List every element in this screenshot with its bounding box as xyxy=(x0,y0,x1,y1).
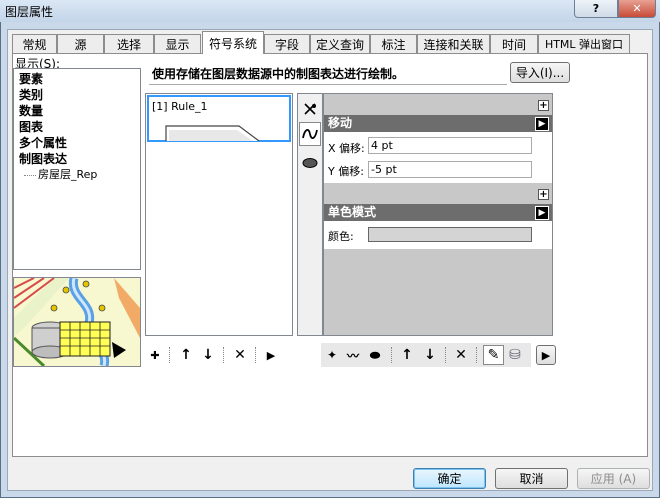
marker-layer-icon[interactable] xyxy=(299,97,321,121)
list-item-charts[interactable]: 图表 xyxy=(19,119,43,135)
tab-display[interactable]: 显示 xyxy=(154,34,201,53)
list-item-representations[interactable]: 制图表达 xyxy=(19,151,67,167)
stroke-layer-icon[interactable] xyxy=(299,122,321,146)
move-layer-down-button[interactable]: ↓ xyxy=(421,346,439,364)
x-offset-input[interactable]: 4 pt xyxy=(368,137,532,154)
rule-swatch-icon xyxy=(165,125,260,141)
solid-color-menu-icon[interactable]: ▶ xyxy=(535,206,549,220)
symbology-description: 使用存储在图层数据源中的制图表达进行绘制。 xyxy=(149,61,507,85)
ok-button[interactable]: 确定 xyxy=(413,468,486,489)
add-stroke-layer-button[interactable]: 〰 xyxy=(344,346,362,364)
move-rule-down-button[interactable]: ↓ xyxy=(199,346,217,364)
add-rule-button[interactable]: ✚ xyxy=(146,346,164,364)
tab-source[interactable]: 源 xyxy=(57,34,104,53)
tab-fields[interactable]: 字段 xyxy=(264,34,310,53)
rules-more-button[interactable]: ▶ xyxy=(262,346,280,364)
tab-joins-relates[interactable]: 连接和关联 xyxy=(417,34,490,53)
x-offset-label: X 偏移: xyxy=(328,142,365,155)
solid-color-section-body: 颜色: xyxy=(324,221,552,249)
tab-symbology[interactable]: 符号系统 xyxy=(202,31,264,54)
move-expand-button[interactable]: + xyxy=(538,100,549,111)
brush-icon[interactable]: ✎ xyxy=(483,345,504,365)
layer-more-button[interactable]: ▶ xyxy=(536,345,556,365)
move-section-menu-icon[interactable]: ▶ xyxy=(535,117,549,131)
database-icon[interactable]: ⛁ xyxy=(506,346,524,364)
move-rule-up-button[interactable]: ↑ xyxy=(177,346,195,364)
tab-time[interactable]: 时间 xyxy=(490,34,538,53)
symbol-layer-toolbar xyxy=(297,93,323,336)
close-button[interactable]: ✕ xyxy=(618,0,656,18)
y-offset-input[interactable]: -5 pt xyxy=(368,161,532,178)
rule-label: [1] Rule_1 xyxy=(152,100,208,113)
map-illustration xyxy=(14,278,140,366)
apply-button[interactable]: 应用 (A) xyxy=(577,468,650,489)
fill-layer-glyph xyxy=(302,158,318,168)
representation-preview-image xyxy=(13,277,141,367)
tab-general[interactable]: 常规 xyxy=(12,34,57,53)
toolbar-separator xyxy=(445,347,446,363)
color-swatch[interactable] xyxy=(368,227,532,242)
toolbar-separator xyxy=(169,347,170,363)
help-button[interactable]: ? xyxy=(574,0,618,18)
move-layer-up-button[interactable]: ↑ xyxy=(398,346,416,364)
list-item-quantities[interactable]: 数量 xyxy=(19,103,43,119)
tab-html-popup[interactable]: HTML 弹出窗口 xyxy=(538,34,630,53)
stroke-layer-glyph xyxy=(302,129,318,139)
rule-item[interactable]: [1] Rule_1 xyxy=(147,95,291,142)
toolbar-separator xyxy=(391,347,392,363)
toolbar-separator xyxy=(255,347,256,363)
delete-rule-button[interactable]: ✕ xyxy=(231,346,249,364)
cancel-button[interactable]: 取消 xyxy=(495,468,568,489)
add-fill-layer-button[interactable]: ⬬ xyxy=(366,346,384,364)
move-section-header: 移动 xyxy=(324,115,552,132)
symbol-properties-panel: + 移动 ▶ X 偏移: 4 pt Y 偏移: -5 pt + 单色模式 ▶ 颜… xyxy=(323,93,553,336)
move-section-body: X 偏移: 4 pt Y 偏移: -5 pt xyxy=(324,132,552,183)
tab-labels[interactable]: 标注 xyxy=(370,34,417,53)
toolbar-separator xyxy=(476,347,477,363)
marker-layer-glyph xyxy=(304,103,316,115)
import-button[interactable]: 导入(I)... xyxy=(510,62,570,83)
y-offset-label: Y 偏移: xyxy=(328,165,364,178)
tab-definition-query[interactable]: 定义查询 xyxy=(310,34,370,53)
list-item-multiple-attributes[interactable]: 多个属性 xyxy=(19,135,67,151)
solid-color-section-header: 单色模式 xyxy=(324,204,552,221)
color-label: 颜色: xyxy=(328,230,354,243)
window-title: 图层属性 xyxy=(5,5,54,19)
fill-expand-button[interactable]: + xyxy=(538,189,549,200)
toolbar-separator xyxy=(223,347,224,363)
list-item-representation-sub[interactable]: 房屋层_Rep xyxy=(24,167,97,183)
representation-sub-label: 房屋层_Rep xyxy=(38,168,98,181)
renderer-list[interactable]: 要素 类别 数量 图表 多个属性 制图表达 房屋层_Rep xyxy=(13,68,141,270)
fill-layer-icon[interactable] xyxy=(299,150,321,174)
list-item-categories[interactable]: 类别 xyxy=(19,87,43,103)
tab-selection[interactable]: 选择 xyxy=(104,34,154,53)
title-bar: 图层属性 ? ✕ xyxy=(0,0,660,22)
list-item-features[interactable]: 要素 xyxy=(19,71,43,87)
add-marker-layer-button[interactable]: ✦ xyxy=(323,346,341,364)
delete-layer-button[interactable]: ✕ xyxy=(452,346,470,364)
